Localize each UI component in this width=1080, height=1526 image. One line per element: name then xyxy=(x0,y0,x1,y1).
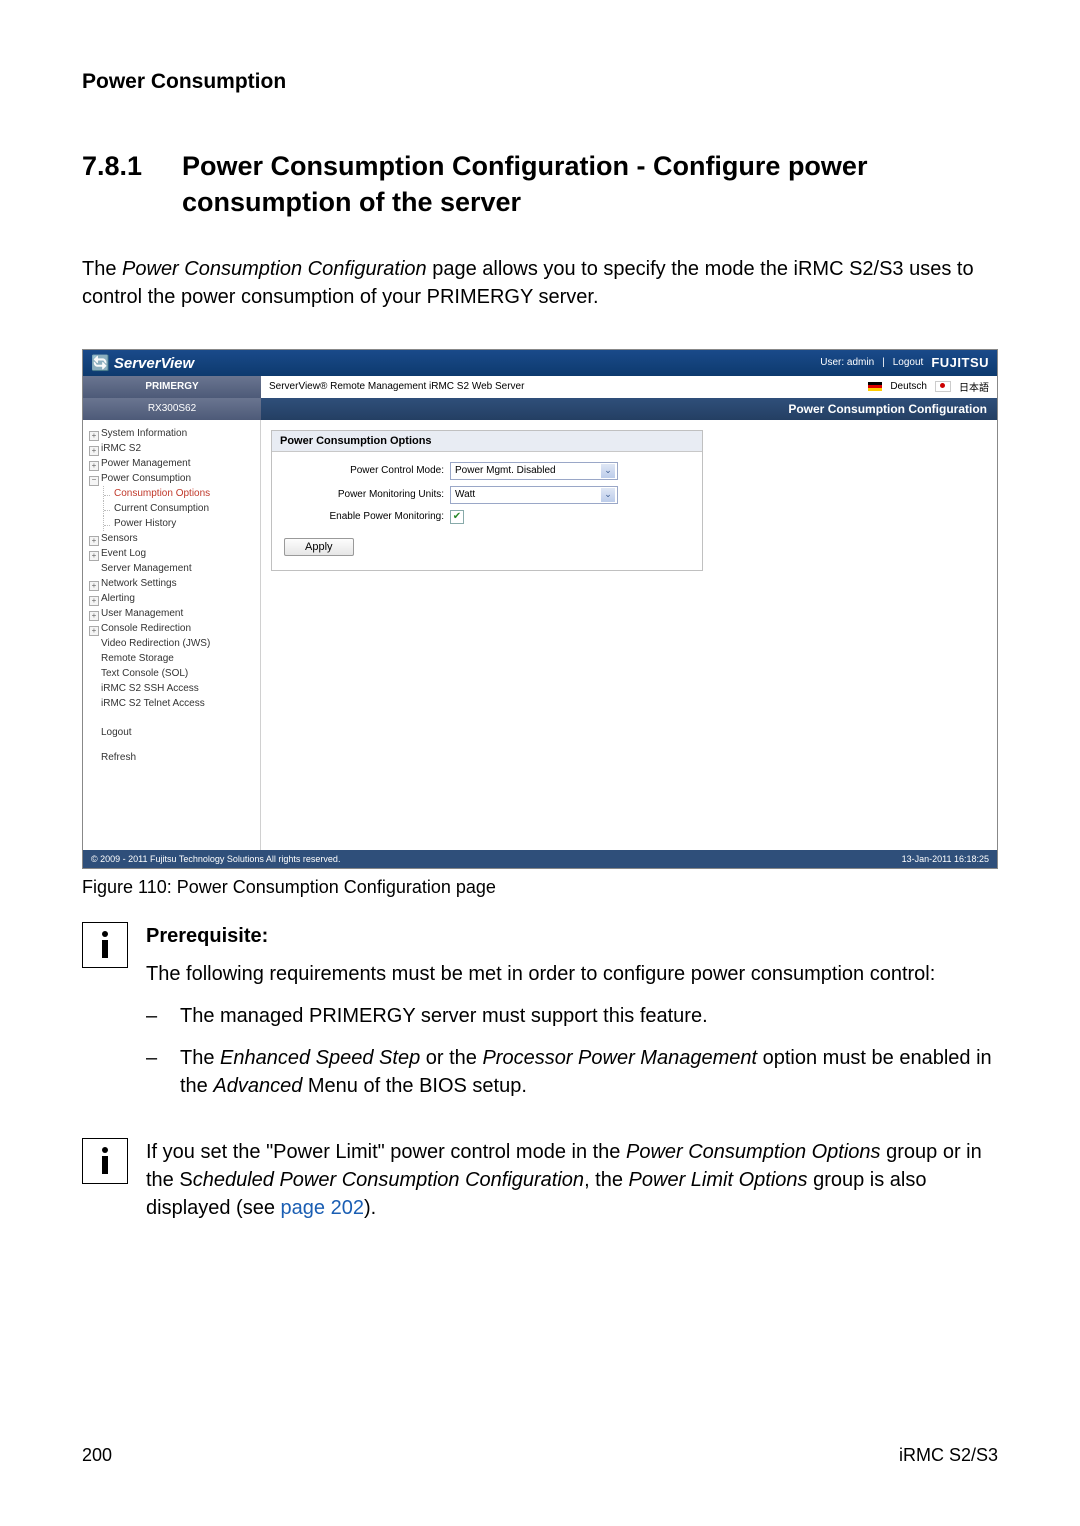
sidebar-refresh[interactable]: Refresh xyxy=(89,750,256,765)
sidebar-logout[interactable]: Logout xyxy=(89,725,256,740)
text: or the xyxy=(420,1047,482,1069)
select-input[interactable]: Power Mgmt. Disabled⌄ xyxy=(450,462,618,480)
sidebar-subitem[interactable]: Consumption Options xyxy=(103,486,256,501)
panel-title: Power Consumption Options xyxy=(272,431,702,452)
page-subtitle: ServerView® Remote Management iRMC S2 We… xyxy=(269,381,524,392)
product-label: PRIMERGY xyxy=(83,376,261,398)
sidebar-item[interactable]: Power Consumption xyxy=(89,471,256,486)
lang-de-link[interactable]: Deutsch xyxy=(890,381,927,392)
section-number: 7.8.1 xyxy=(82,148,182,221)
prereq-item: – The Enhanced Speed Step or the Process… xyxy=(146,1044,998,1100)
separator: | xyxy=(882,357,885,368)
text: If you set the "Power Limit" power contr… xyxy=(146,1141,626,1163)
italic-term: Power Consumption Options xyxy=(626,1141,881,1163)
sidebar-item[interactable]: iRMC S2 SSH Access xyxy=(89,681,256,696)
page-link[interactable]: page 202 xyxy=(281,1197,364,1219)
note-paragraph: If you set the "Power Limit" power contr… xyxy=(146,1138,998,1222)
sidebar-item[interactable]: Network Settings xyxy=(89,576,256,591)
text: The xyxy=(82,258,122,280)
running-head: Power Consumption xyxy=(82,70,998,94)
figure-caption: Figure 110: Power Consumption Configurat… xyxy=(82,877,998,898)
intro-paragraph: The Power Consumption Configuration page… xyxy=(82,255,998,311)
text: ). xyxy=(364,1197,376,1219)
sidebar-item[interactable]: Event Log xyxy=(89,546,256,561)
apply-button[interactable]: Apply xyxy=(284,538,354,556)
sidebar-item[interactable]: iRMC S2 xyxy=(89,441,256,456)
footer-right: iRMC S2/S3 xyxy=(899,1445,998,1466)
italic-term: Advanced xyxy=(213,1075,302,1097)
copyright: © 2009 - 2011 Fujitsu Technology Solutio… xyxy=(91,854,340,864)
server-name: RX300S62 xyxy=(83,398,261,420)
sidebar-item[interactable]: iRMC S2 Telnet Access xyxy=(89,696,256,711)
text: , the xyxy=(584,1169,628,1191)
select-input[interactable]: Watt⌄ xyxy=(450,486,618,504)
prereq-item: – The managed PRIMERGY server must suppo… xyxy=(146,1002,998,1030)
lang-jp-link[interactable]: 日本語 xyxy=(959,379,989,394)
sidebar-nav: System InformationiRMC S2Power Managemen… xyxy=(83,420,261,850)
sidebar-item[interactable]: User Management xyxy=(89,606,256,621)
section-title-text: Power Consumption Configuration - Config… xyxy=(182,148,998,221)
checkbox-input[interactable]: ✔ xyxy=(450,510,464,524)
info-icon xyxy=(82,1138,128,1184)
sidebar-item[interactable]: Power Management xyxy=(89,456,256,471)
sidebar-item[interactable]: Console Redirection xyxy=(89,621,256,636)
form-row: Power Monitoring Units:Watt⌄ xyxy=(284,486,690,504)
form-label: Power Monitoring Units: xyxy=(284,489,450,500)
sidebar-item[interactable]: Remote Storage xyxy=(89,651,256,666)
sidebar-item[interactable]: Server Management xyxy=(89,561,256,576)
figure-screenshot: 🔄 ServerView User: admin | Logout FUJITS… xyxy=(82,349,998,869)
form-row: Power Control Mode:Power Mgmt. Disabled⌄ xyxy=(284,462,690,480)
form-label: Enable Power Monitoring: xyxy=(284,511,450,522)
logout-link[interactable]: Logout xyxy=(893,357,924,368)
form-label: Power Control Mode: xyxy=(284,465,450,476)
chevron-down-icon: ⌄ xyxy=(601,464,615,478)
brand-logo: 🔄 ServerView xyxy=(91,354,194,372)
italic-term: Enhanced Speed Step xyxy=(220,1047,420,1069)
prereq-heading: Prerequisite: xyxy=(146,922,998,950)
sidebar-subitem[interactable]: Power History xyxy=(103,516,256,531)
page-title: Power Consumption Configuration xyxy=(261,398,997,420)
text: The managed PRIMERGY server must support… xyxy=(180,1002,708,1030)
timestamp: 13-Jan-2011 16:18:25 xyxy=(902,854,989,864)
text: Menu of the BIOS setup. xyxy=(302,1075,527,1097)
section-heading: 7.8.1 Power Consumption Configuration - … xyxy=(82,148,998,221)
intro-italic: Power Consumption Configuration xyxy=(122,258,427,280)
vendor-logo: FUJITSU xyxy=(931,355,989,370)
form-row: Enable Power Monitoring:✔ xyxy=(284,510,690,524)
sidebar-item[interactable]: System Information xyxy=(89,426,256,441)
italic-term: cheduled Power Consumption Configuration xyxy=(193,1169,584,1191)
italic-term: Processor Power Management xyxy=(482,1047,757,1069)
sidebar-item[interactable]: Video Redirection (JWS) xyxy=(89,636,256,651)
app-topbar: 🔄 ServerView User: admin | Logout FUJITS… xyxy=(83,350,997,376)
sidebar-item[interactable]: Text Console (SOL) xyxy=(89,666,256,681)
user-label: User: admin xyxy=(820,357,874,368)
options-panel: Power Consumption Options Power Control … xyxy=(271,430,703,571)
text: The xyxy=(180,1047,220,1069)
flag-de-icon xyxy=(868,382,882,391)
sidebar-subitem[interactable]: Current Consumption xyxy=(103,501,256,516)
content-area: Power Consumption Options Power Control … xyxy=(261,420,997,850)
prereq-intro: The following requirements must be met i… xyxy=(146,960,998,988)
info-icon xyxy=(82,922,128,968)
flag-jp-icon xyxy=(935,381,951,392)
chevron-down-icon: ⌄ xyxy=(601,488,615,502)
sidebar-item[interactable]: Sensors xyxy=(89,531,256,546)
italic-term: Power Limit Options xyxy=(629,1169,808,1191)
sidebar-item[interactable]: Alerting xyxy=(89,591,256,606)
page-number: 200 xyxy=(82,1445,112,1466)
